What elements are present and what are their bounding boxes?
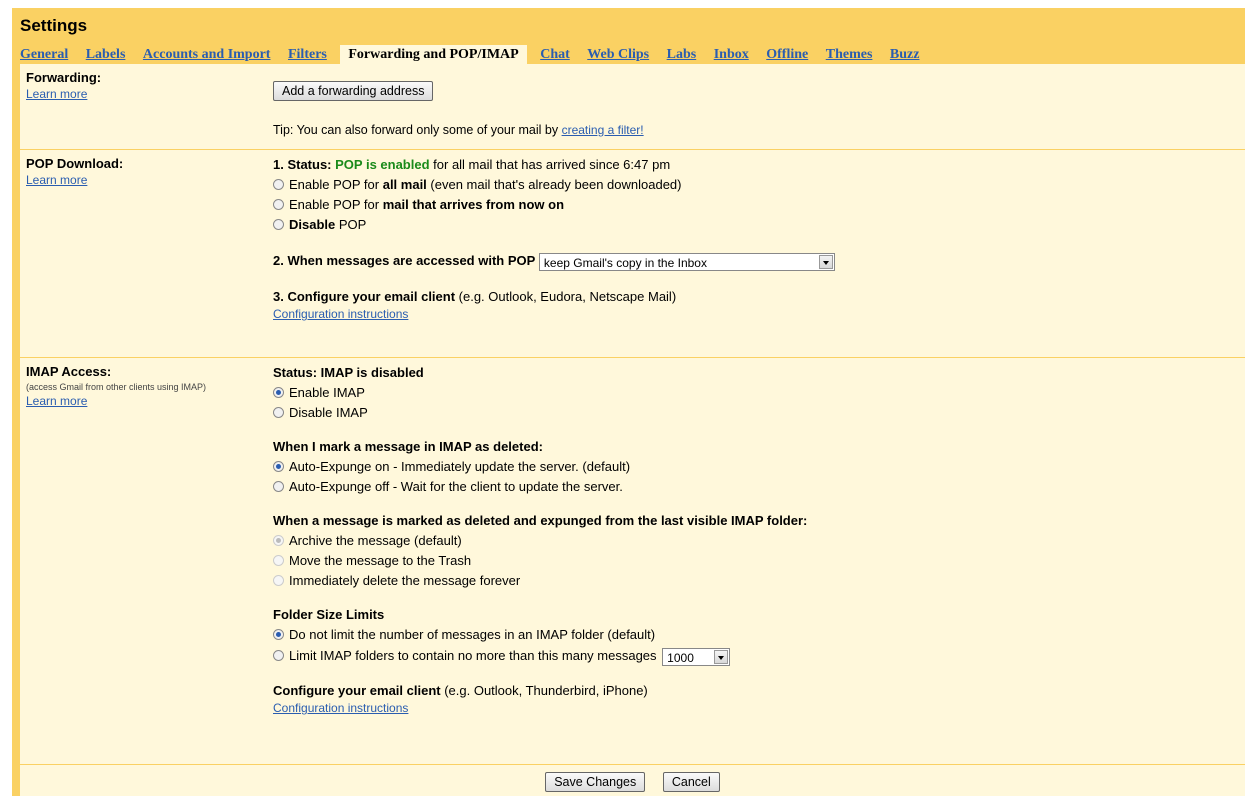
pop-from-now-radio[interactable]: [273, 199, 284, 210]
pop-option-disable[interactable]: Disable POP: [273, 215, 835, 235]
pop-opt3-text: POP: [335, 217, 367, 232]
forwarding-learn-more-link[interactable]: Learn more: [26, 87, 87, 101]
pop-access-select[interactable]: keep Gmail's copy in the Inbox: [538, 252, 835, 271]
enable-imap-label: Enable IMAP: [289, 385, 365, 400]
pop-all-mail-radio[interactable]: [273, 179, 284, 190]
settings-container: Settings General Labels Accounts and Imp…: [12, 8, 1245, 796]
pop-learn-more-link[interactable]: Learn more: [26, 173, 87, 187]
chevron-down-icon: [818, 254, 833, 269]
limit-value: 1000: [667, 650, 694, 665]
forwarding-section: Forwarding: Learn more Add a forwarding …: [20, 64, 1245, 150]
no-limit-radio[interactable]: [273, 629, 284, 640]
pop-status-value: POP is enabled: [335, 157, 430, 172]
add-forwarding-address-button[interactable]: Add a forwarding address: [273, 81, 434, 101]
cancel-button[interactable]: Cancel: [662, 772, 720, 792]
pop-opt3-bold: Disable: [289, 217, 336, 232]
tab-themes[interactable]: Themes: [826, 47, 873, 63]
imap-deleted-heading: When I mark a message in IMAP as deleted…: [273, 439, 543, 454]
archive-radio[interactable]: [273, 535, 284, 546]
delete-forever-label: Immediately delete the message forever: [289, 573, 521, 588]
tab-labels[interactable]: Labels: [86, 47, 126, 63]
pop-configure-examples: (e.g. Outlook, Eudora, Netscape Mail): [455, 289, 677, 304]
folder-size-heading: Folder Size Limits: [273, 607, 385, 622]
imap-configure-label: Configure your email client: [273, 683, 441, 698]
limit-label: Limit IMAP folders to contain no more th…: [289, 648, 657, 663]
pop-opt1-text: Enable POP for: [289, 177, 383, 192]
pop-option-all-mail[interactable]: Enable POP for all mail (even mail that'…: [273, 175, 835, 195]
disable-imap-label: Disable IMAP: [289, 405, 368, 420]
imap-access-label: IMAP Access:: [26, 364, 112, 379]
tab-accounts-and-import[interactable]: Accounts and Import: [143, 47, 271, 63]
pop-opt1-rest: (even mail that's already been downloade…: [426, 177, 682, 192]
tab-web-clips[interactable]: Web Clips: [587, 47, 649, 63]
trash-radio[interactable]: [273, 555, 284, 566]
enable-imap-radio[interactable]: [273, 387, 284, 398]
expunge-off-label: Auto-Expunge off - Wait for the client t…: [289, 479, 623, 494]
pop-download-section: POP Download: Learn more 1. Status: POP …: [20, 150, 1245, 358]
pop-config-instructions-link[interactable]: Configuration instructions: [273, 307, 408, 321]
pop-disable-radio[interactable]: [273, 219, 284, 230]
expunge-off-radio[interactable]: [273, 481, 284, 492]
tab-inbox[interactable]: Inbox: [714, 47, 749, 63]
imap-access-sublabel: (access Gmail from other clients using I…: [26, 382, 207, 392]
imap-status: Status: IMAP is disabled: [273, 365, 424, 380]
pop-option-from-now[interactable]: Enable POP for mail that arrives from no…: [273, 195, 835, 215]
tab-buzz[interactable]: Buzz: [890, 47, 920, 63]
pop-access-label: 2. When messages are accessed with POP: [273, 253, 536, 268]
expunge-on-radio[interactable]: [273, 461, 284, 472]
imap-access-section: IMAP Access: (access Gmail from other cl…: [20, 358, 1245, 765]
trash-label: Move the message to the Trash: [289, 553, 472, 568]
expunge-on-label: Auto-Expunge on - Immediately update the…: [289, 459, 631, 474]
pop-opt2-text: Enable POP for: [289, 197, 383, 212]
delete-forever-radio[interactable]: [273, 575, 284, 586]
forwarding-tip: Tip: You can also forward only some of y…: [273, 123, 562, 137]
tab-labs[interactable]: Labs: [667, 47, 697, 63]
pop-opt2-bold: mail that arrives from now on: [382, 197, 565, 212]
pop-download-label: POP Download:: [26, 156, 124, 171]
archive-label: Archive the message (default): [289, 533, 462, 548]
pop-opt1-bold: all mail: [382, 177, 427, 192]
creating-filter-link[interactable]: creating a filter!: [562, 123, 644, 137]
limit-radio[interactable]: [273, 650, 284, 661]
tab-filters[interactable]: Filters: [288, 47, 327, 63]
settings-tabs: General Labels Accounts and Import Filte…: [20, 45, 933, 71]
tab-general[interactable]: General: [20, 47, 68, 63]
limit-select[interactable]: 1000: [662, 647, 731, 666]
settings-panel: Forwarding: Learn more Add a forwarding …: [20, 64, 1245, 796]
footer-actions: Save Changes Cancel: [20, 772, 1245, 802]
pop-status-prefix: 1. Status:: [273, 157, 336, 172]
pop-access-value: keep Gmail's copy in the Inbox: [543, 255, 707, 270]
page-title: Settings: [20, 16, 88, 35]
pop-status-suffix: for all mail that has arrived since 6:47…: [429, 157, 671, 172]
imap-configure-examples: (e.g. Outlook, Thunderbird, iPhone): [440, 683, 648, 698]
tab-chat[interactable]: Chat: [540, 47, 570, 63]
disable-imap-radio[interactable]: [273, 407, 284, 418]
imap-expunged-heading: When a message is marked as deleted and …: [273, 513, 808, 528]
imap-config-instructions-link[interactable]: Configuration instructions: [273, 701, 408, 715]
imap-learn-more-link[interactable]: Learn more: [26, 394, 87, 408]
tab-offline[interactable]: Offline: [766, 47, 808, 63]
forwarding-label: Forwarding:: [26, 70, 102, 85]
no-limit-label: Do not limit the number of messages in a…: [289, 627, 656, 642]
pop-configure-label: 3. Configure your email client: [273, 289, 456, 304]
save-changes-button[interactable]: Save Changes: [545, 772, 646, 792]
chevron-down-icon: [714, 649, 729, 664]
